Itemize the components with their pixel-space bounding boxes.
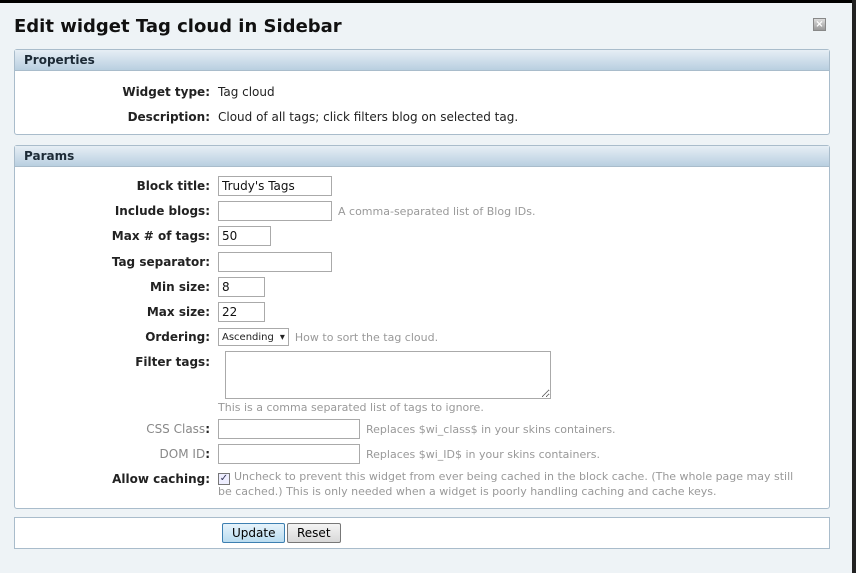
dom-id-input[interactable]	[218, 444, 360, 464]
allow-caching-label: Allow caching:	[112, 472, 210, 486]
min-size-label: Min size:	[150, 280, 210, 294]
tag-separator-label: Tag separator:	[111, 255, 210, 269]
chevron-down-icon: ▾	[279, 331, 285, 343]
description-label: Description:	[127, 110, 210, 124]
params-panel: Params Block title: Include blogs: A comm…	[14, 145, 830, 509]
dom-id-label: DOM ID	[159, 447, 206, 461]
include-blogs-label: Include blogs:	[114, 204, 210, 218]
include-blogs-note: A comma-separated list of Blog IDs.	[338, 204, 536, 218]
max-tags-label: Max # of tags:	[111, 229, 210, 243]
reset-button[interactable]: Reset	[287, 523, 341, 543]
ordering-value: Ascending	[222, 331, 274, 343]
dom-id-note: Replaces $wi_ID$ in your skins container…	[366, 447, 600, 461]
properties-panel: Properties Widget type: Tag cloud Descrip…	[14, 49, 830, 135]
ordering-note: How to sort the tag cloud.	[294, 330, 439, 344]
filter-tags-label: Filter tags:	[135, 355, 210, 369]
css-class-input[interactable]	[218, 419, 360, 439]
filter-tags-textarea[interactable]	[225, 351, 551, 399]
close-icon[interactable]: ×	[813, 18, 826, 31]
top-border	[0, 0, 856, 3]
ordering-label: Ordering:	[145, 330, 210, 344]
update-button[interactable]: Update	[222, 523, 286, 543]
block-title-input[interactable]	[218, 176, 332, 196]
dialog-title: Edit widget Tag cloud in Sidebar	[14, 16, 342, 37]
tag-separator-input[interactable]	[218, 252, 332, 272]
css-class-label: CSS Class	[146, 422, 206, 436]
widget-type-value: Tag cloud	[218, 85, 275, 99]
max-size-label: Max size:	[146, 305, 210, 319]
properties-header: Properties	[15, 50, 829, 71]
description-value: Cloud of all tags; click filters blog on…	[218, 110, 519, 124]
min-size-input[interactable]	[218, 277, 265, 297]
allow-caching-checkbox[interactable]: ✓	[218, 473, 230, 485]
params-header: Params	[15, 146, 829, 167]
ordering-select[interactable]: Ascending ▾	[218, 328, 289, 346]
max-size-input[interactable]	[218, 302, 265, 322]
allow-caching-note: Uncheck to prevent this widget from ever…	[218, 470, 794, 498]
form-footer: Update Reset	[14, 517, 830, 549]
css-class-note: Replaces $wi_class$ in your skins contai…	[366, 422, 616, 436]
include-blogs-input[interactable]	[218, 201, 332, 221]
block-title-label: Block title:	[136, 179, 210, 193]
widget-type-label: Widget type:	[122, 85, 210, 99]
filter-tags-note: This is a comma separated list of tags t…	[218, 400, 484, 414]
right-border	[852, 0, 856, 573]
max-tags-input[interactable]	[218, 226, 271, 246]
